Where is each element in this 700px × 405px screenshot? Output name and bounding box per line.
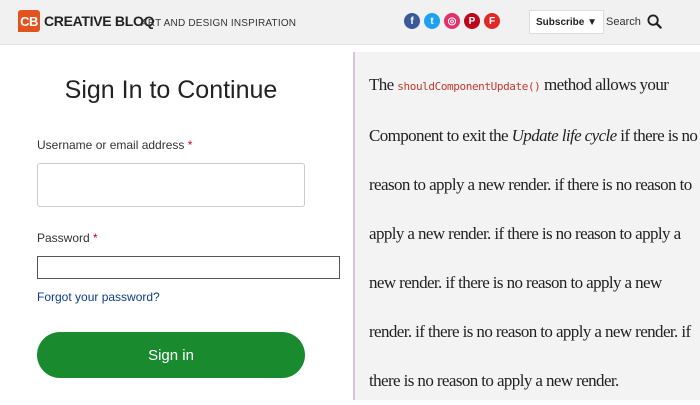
sign-in-button[interactable]: Sign in xyxy=(37,332,305,378)
search-label: Search xyxy=(606,15,641,28)
social-links: f t ◎ P F xyxy=(404,13,500,29)
logo-name: CREATIVE BLOQ xyxy=(44,13,155,29)
required-marker: * xyxy=(187,138,193,152)
article-emphasis: Update life cycle xyxy=(511,126,618,145)
twitter-icon[interactable]: t xyxy=(424,13,440,29)
article-text-end: if there is no reason to apply a new ren… xyxy=(369,126,698,390)
article-paragraph: The shouldComponentUpdate() method allow… xyxy=(369,60,699,405)
facebook-icon[interactable]: f xyxy=(404,13,420,29)
sign-in-label: Sign in xyxy=(148,346,194,364)
subscribe-button[interactable]: Subscribe ▼ xyxy=(529,10,605,34)
username-label-text: Username or email address xyxy=(37,138,185,152)
required-marker: * xyxy=(93,231,98,245)
password-label: Password * xyxy=(37,231,98,245)
password-label-text: Password xyxy=(37,231,90,245)
search-button[interactable]: Search xyxy=(606,14,662,29)
logo-mark: CB xyxy=(18,10,40,32)
pinterest-icon[interactable]: P xyxy=(464,13,480,29)
site-tagline: ART AND DESIGN INSPIRATION xyxy=(141,18,297,29)
username-label: Username or email address * xyxy=(37,138,192,152)
site-logo[interactable]: CB CREATIVE BLOQ xyxy=(18,10,154,32)
subscribe-label: Subscribe ▼ xyxy=(536,16,598,28)
instagram-icon[interactable]: ◎ xyxy=(444,13,460,29)
flipboard-icon[interactable]: F xyxy=(484,13,500,29)
article-panel: The shouldComponentUpdate() method allow… xyxy=(353,52,700,400)
forgot-password-link[interactable]: Forgot your password? xyxy=(37,290,160,304)
search-icon xyxy=(647,14,662,29)
article-text-start: The xyxy=(369,75,398,94)
form-title: Sign In to Continue xyxy=(64,76,278,104)
password-input[interactable] xyxy=(37,256,340,279)
inline-code: shouldComponentUpdate() xyxy=(397,80,541,93)
username-input[interactable] xyxy=(37,163,305,207)
site-header: CB CREATIVE BLOQ ART AND DESIGN INSPIRAT… xyxy=(0,0,700,45)
